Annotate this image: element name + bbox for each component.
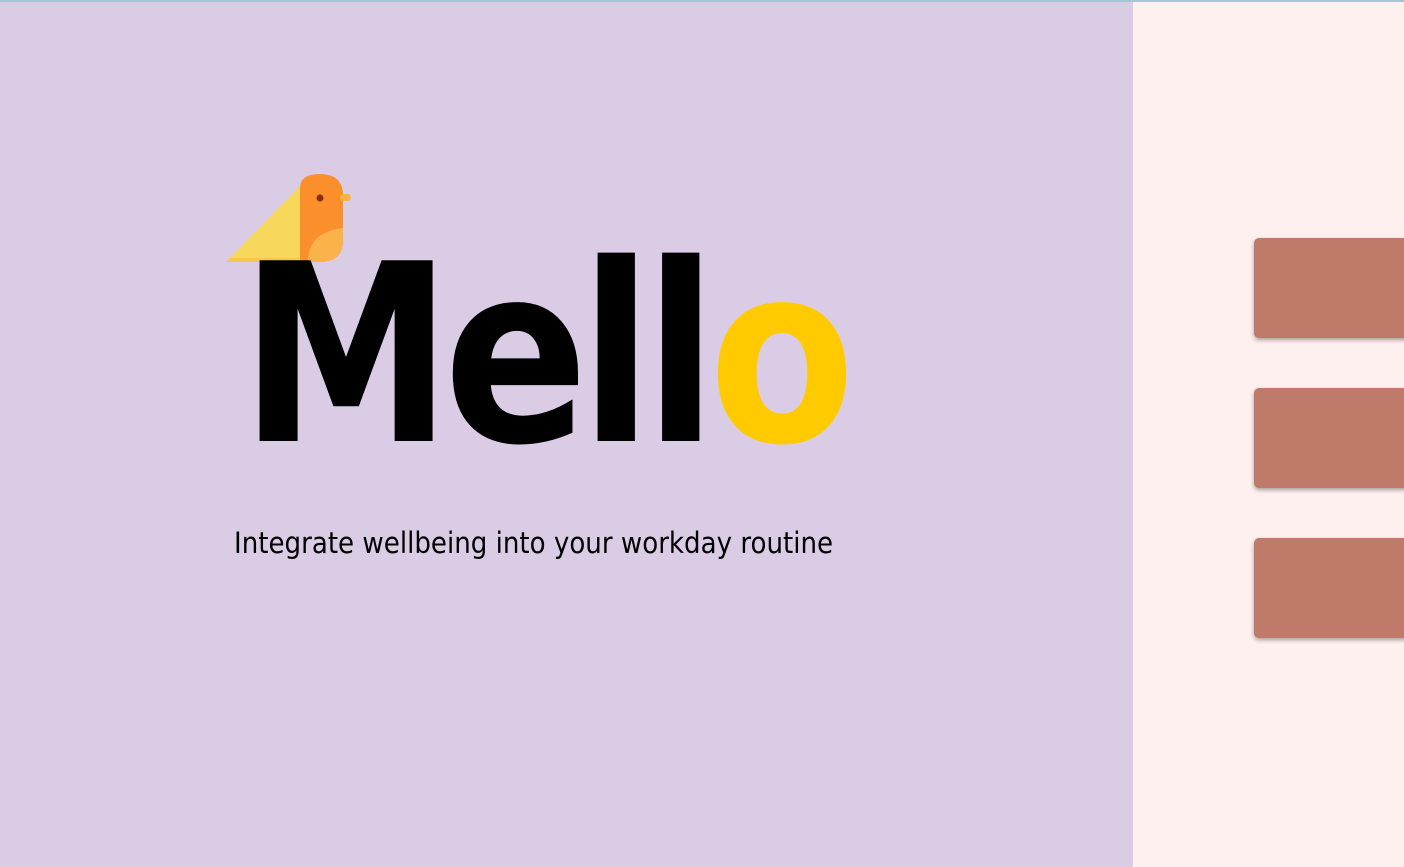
tagline: Integrate wellbeing into your workday ro… bbox=[234, 526, 834, 560]
menu-button-2[interactable] bbox=[1254, 388, 1404, 488]
menu-button-3[interactable] bbox=[1254, 538, 1404, 638]
menu-button-1[interactable] bbox=[1254, 238, 1404, 338]
logo-text-accent: o bbox=[708, 212, 856, 500]
app-logo: Mello bbox=[240, 232, 855, 480]
logo-text-main: Mell bbox=[240, 212, 717, 500]
